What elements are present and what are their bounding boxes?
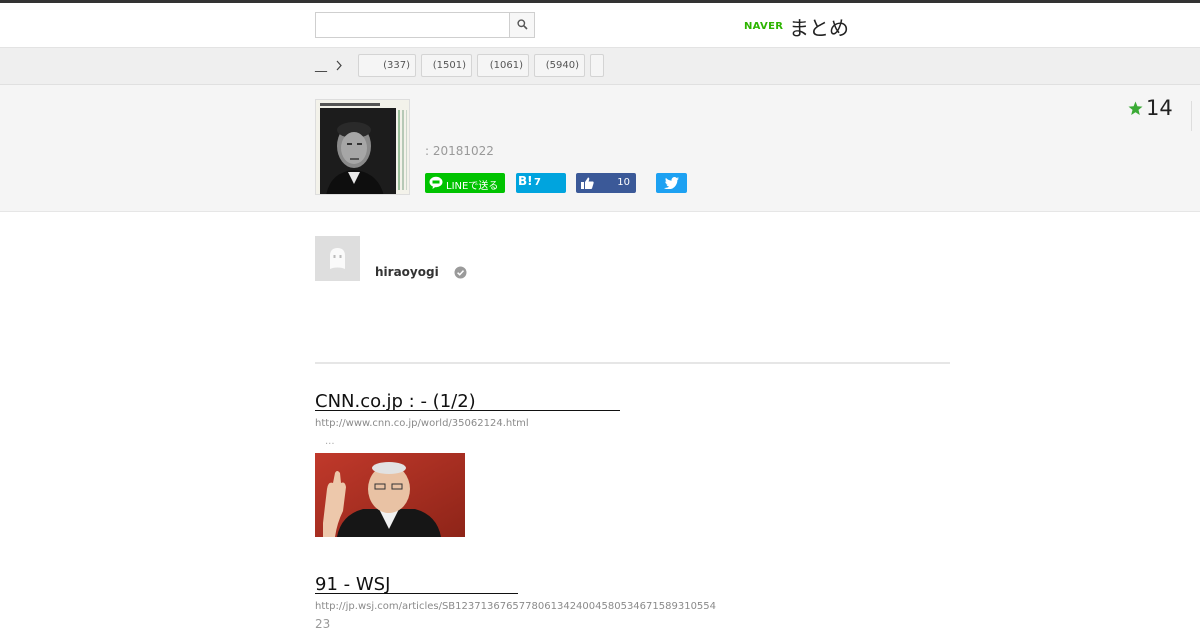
default-avatar-icon <box>330 248 345 269</box>
category-tag[interactable]: (1501) <box>421 54 472 77</box>
matome-thumbnail[interactable] <box>315 99 410 195</box>
update-date: : 20181022 <box>425 144 494 158</box>
site-header: NAVER まとめ <box>0 3 1200 48</box>
facebook-like-count: 10 <box>617 177 630 188</box>
star-icon <box>1128 101 1143 115</box>
scrollbar-edge <box>1191 101 1192 131</box>
line-share-label: LINEで送る <box>446 181 499 192</box>
link-title[interactable]: CNN.co.jp : - (1/2) <box>315 391 476 412</box>
category-tag[interactable]: (337) <box>358 54 416 77</box>
news-photo-image <box>315 453 465 537</box>
link-title[interactable]: 91 - WSJ <box>315 574 390 595</box>
link-url[interactable]: http://www.cnn.co.jp/world/35062124.html <box>315 418 529 429</box>
author-name[interactable]: hiraoyogi <box>375 265 439 279</box>
matome-summary: : 20181022 LINEで送る B! 7 10 14 <box>0 85 1200 212</box>
logo-service: まとめ <box>789 16 849 40</box>
author-avatar[interactable] <box>315 236 360 281</box>
category-tag[interactable] <box>590 54 604 77</box>
book-cover-portrait-image <box>316 100 409 194</box>
breadcrumb-root[interactable]: __ <box>315 58 327 72</box>
link-title-underline <box>315 593 518 594</box>
thumbs-up-icon <box>581 177 594 189</box>
hatena-bookmark-button[interactable]: B! 7 <box>516 173 566 193</box>
facebook-like-button[interactable]: 10 <box>576 173 636 193</box>
link-excerpt: ... <box>325 436 335 447</box>
check-circle-icon <box>454 266 467 279</box>
line-share-button[interactable]: LINEで送る <box>425 173 505 193</box>
search-button[interactable] <box>509 13 534 37</box>
link-excerpt: 23 <box>315 617 331 631</box>
link-url[interactable]: http://jp.wsj.com/articles/SB12371367657… <box>315 601 716 612</box>
twitter-bird-icon <box>664 177 679 189</box>
chevron-right-icon <box>336 60 342 71</box>
hatena-logo: B! <box>518 174 533 188</box>
logo-brand: NAVER <box>744 21 784 32</box>
line-icon <box>429 176 443 189</box>
category-tag[interactable]: (1061) <box>477 54 529 77</box>
category-tag[interactable]: (5940) <box>534 54 585 77</box>
section-divider <box>315 362 950 364</box>
twitter-share-button[interactable] <box>656 173 687 193</box>
search-input[interactable] <box>316 13 510 37</box>
link-title-underline <box>315 410 620 411</box>
category-bar: __ (337) (1501) (1061) (5940) <box>0 48 1200 85</box>
search-box <box>315 12 535 38</box>
link-thumbnail[interactable] <box>315 453 465 537</box>
favorite-number: 14 <box>1146 96 1173 120</box>
search-icon <box>517 19 528 30</box>
hatena-count: 7 <box>534 177 541 188</box>
